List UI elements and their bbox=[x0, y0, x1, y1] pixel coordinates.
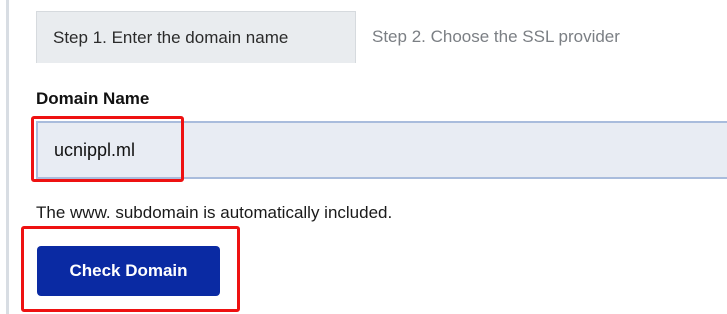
left-border-rule bbox=[6, 0, 9, 314]
step-tabs: Step 1. Enter the domain name Step 2. Ch… bbox=[36, 11, 636, 63]
tab-step-2[interactable]: Step 2. Choose the SSL provider bbox=[356, 11, 636, 63]
tab-step-1[interactable]: Step 1. Enter the domain name bbox=[36, 11, 356, 63]
domain-name-label: Domain Name bbox=[36, 89, 150, 108]
subdomain-hint-text: The www. subdomain is automatically incl… bbox=[36, 203, 393, 222]
domain-name-input[interactable] bbox=[36, 121, 727, 179]
check-domain-button[interactable]: Check Domain bbox=[37, 246, 220, 296]
